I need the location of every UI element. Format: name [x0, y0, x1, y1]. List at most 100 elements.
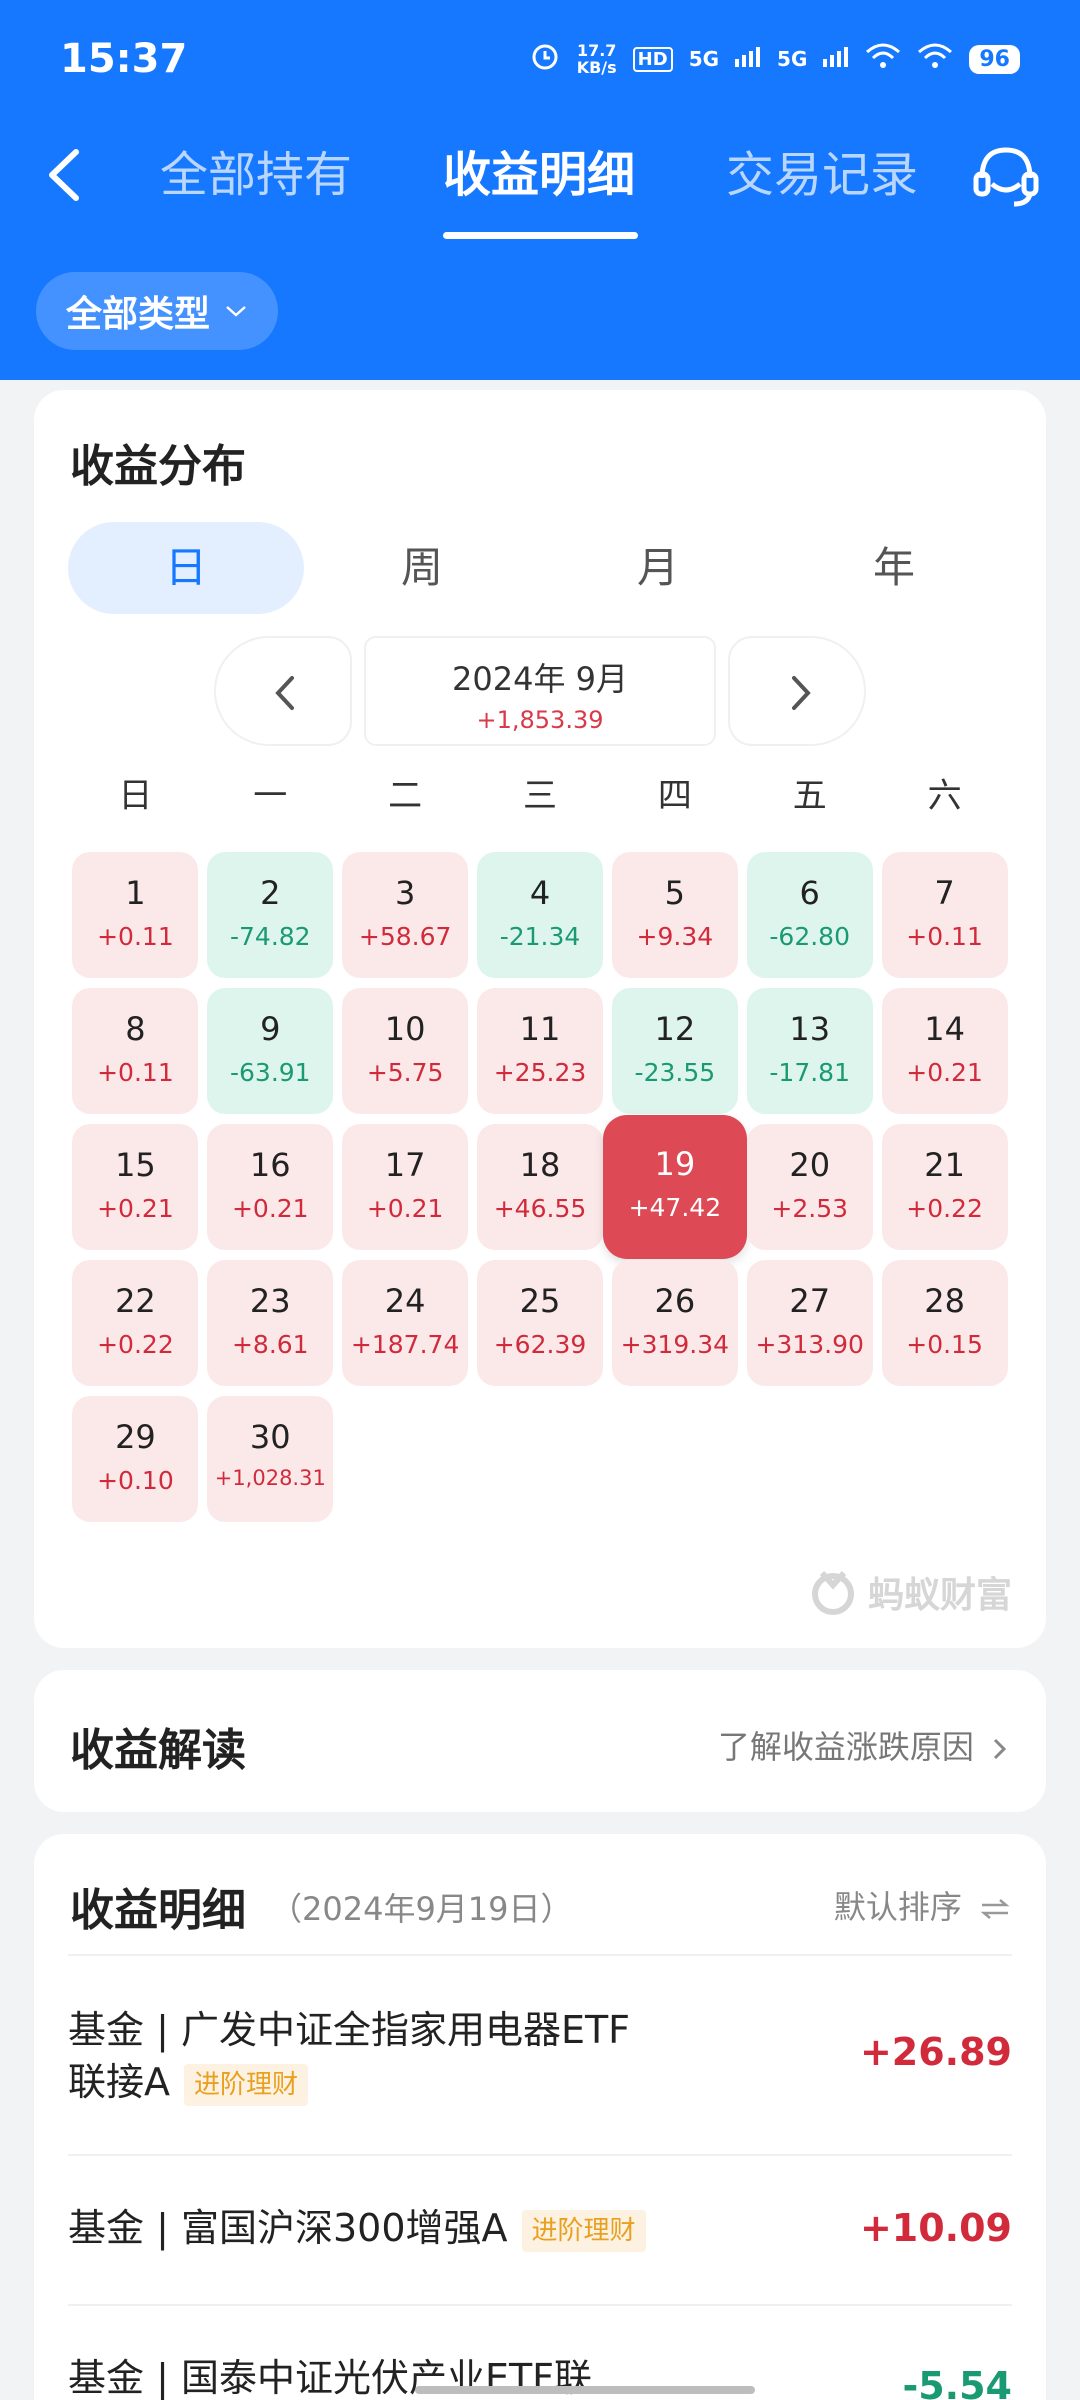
- segment-year[interactable]: 年: [776, 522, 1012, 614]
- fund-amount-2: +10.09: [859, 2206, 1012, 2250]
- chevron-down-icon: [224, 296, 248, 326]
- back-button[interactable]: [36, 140, 96, 210]
- calendar-day-number: 28: [924, 1282, 965, 1320]
- calendar-day-8[interactable]: 8 +0.11: [72, 988, 199, 1114]
- calendar-day-14[interactable]: 14 +0.21: [881, 988, 1008, 1114]
- calendar-day-7[interactable]: 7 +0.11: [881, 852, 1008, 978]
- calendar-day-22[interactable]: 22 +0.22: [72, 1260, 199, 1386]
- earnings-interpretation-card[interactable]: 收益解读 了解收益涨跌原因: [34, 1670, 1046, 1812]
- status-time: 15:37: [60, 36, 188, 82]
- calendar-day-3[interactable]: 3 +58.67: [342, 852, 469, 978]
- calendar-day-number: 15: [115, 1146, 156, 1184]
- interpretation-link[interactable]: 了解收益涨跌原因: [718, 1722, 1010, 1768]
- calendar-day-number: 10: [384, 1010, 426, 1048]
- interpretation-link-label: 了解收益涨跌原因: [717, 1728, 974, 1766]
- ant-fortune-logo-icon: [811, 1570, 854, 1615]
- header: 15:37 17.7 KB/s HD 5G 5G 96 全部持有 收益明细 交易…: [0, 0, 1080, 380]
- calendar-day-1[interactable]: 1 +0.11: [72, 852, 199, 978]
- calendar-day-13[interactable]: 13 -17.81: [746, 988, 873, 1114]
- period-segmented-control: 日 周 月 年: [68, 522, 1012, 614]
- chevron-left-icon: [275, 676, 294, 710]
- tab-earnings-detail[interactable]: 收益明细: [443, 140, 635, 210]
- tab-all-holdings[interactable]: 全部持有: [160, 140, 352, 210]
- net-speed: 17.7 KB/s: [577, 42, 617, 76]
- calendar-day-value: +8.61: [231, 1330, 309, 1359]
- hd-badge: HD: [632, 46, 673, 72]
- calendar-day-28[interactable]: 28 +0.15: [881, 1260, 1008, 1386]
- calendar-day-17[interactable]: 17 +0.21: [342, 1124, 469, 1250]
- calendar-day-number: 16: [249, 1146, 291, 1184]
- calendar-day-26[interactable]: 26 +319.34: [611, 1260, 738, 1386]
- calendar-day-4[interactable]: 4 -21.34: [477, 852, 603, 978]
- calendar-day-19[interactable]: 19 +47.42: [602, 1115, 747, 1259]
- chevron-right-small-icon: [993, 1738, 1007, 1760]
- next-month-button[interactable]: [728, 636, 866, 746]
- signal-1-label: 5G: [688, 47, 720, 71]
- calendar-day-2[interactable]: 2 -74.82: [207, 852, 334, 978]
- status-icons: 17.7 KB/s HD 5G 5G 96: [529, 40, 1020, 78]
- calendar-day-number: 14: [924, 1010, 965, 1048]
- calendar-day-21[interactable]: 21 +0.22: [881, 1124, 1008, 1250]
- calendar-day-number: 1: [125, 874, 146, 912]
- calendar-day-15[interactable]: 15 +0.21: [72, 1124, 199, 1250]
- fund-amount-3: -5.54: [902, 2364, 1012, 2400]
- fund-name-2: 基金 | 富国沪深300增强A 进阶理财: [68, 2202, 768, 2254]
- calendar-day-number: 17: [384, 1146, 426, 1184]
- segment-day[interactable]: 日: [68, 522, 304, 614]
- calendar-day-27[interactable]: 27 +313.90: [746, 1260, 873, 1386]
- top-nav: 全部持有 收益明细 交易记录: [0, 120, 1080, 250]
- calendar-day-5[interactable]: 5 +9.34: [611, 852, 738, 978]
- chevron-right-icon: [792, 676, 811, 710]
- detail-row-2[interactable]: 基金 | 富国沪深300增强A 进阶理财 +10.09: [68, 2154, 1012, 2304]
- detail-row-1[interactable]: 基金 | 广发中证全指家用电器ETF联接A 进阶理财 +26.89: [68, 1954, 1012, 2154]
- calendar-day-number: 25: [519, 1282, 561, 1320]
- calendar-day-number: 12: [654, 1010, 696, 1048]
- calendar-day-value: +0.22: [97, 1330, 174, 1359]
- calendar-day-value: +47.42: [628, 1193, 722, 1222]
- calendar-day-value: +0.21: [231, 1194, 309, 1223]
- fund-name-2-text: 基金 | 富国沪深300增强A: [68, 2206, 508, 2250]
- weekday-sat: 六: [927, 776, 962, 816]
- weekday-sun: 日: [118, 776, 153, 816]
- calendar-day-16[interactable]: 16 +0.21: [207, 1124, 334, 1250]
- net-speed-unit: KB/s: [576, 58, 617, 77]
- calendar-day-11[interactable]: 11 +25.23: [477, 988, 603, 1114]
- calendar-day-10[interactable]: 10 +5.75: [342, 988, 469, 1114]
- calendar-day-29[interactable]: 29 +0.10: [72, 1396, 199, 1522]
- sort-button[interactable]: 默认排序: [834, 1882, 1010, 1928]
- calendar-day-20[interactable]: 20 +2.53: [746, 1124, 873, 1250]
- calendar-day-18[interactable]: 18 +46.55: [477, 1124, 603, 1250]
- fund-name-1-text: 基金 | 广发中证全指家用电器ETF联接A: [68, 2008, 631, 2104]
- weekday-thu: 四: [657, 776, 692, 816]
- earnings-detail-card: 收益明细 （2024年9月19日） 默认排序 基金 | 广发中证全指家用电器ET…: [34, 1834, 1046, 2400]
- segment-month[interactable]: 月: [540, 522, 776, 614]
- calendar-day-12[interactable]: 12 -23.55: [611, 988, 738, 1114]
- fund-name-1: 基金 | 广发中证全指家用电器ETF联接A 进阶理财: [68, 2004, 648, 2108]
- type-filter-dropdown[interactable]: 全部类型: [36, 272, 279, 350]
- weekday-mon: 一: [253, 776, 288, 816]
- prev-month-button[interactable]: [214, 636, 352, 746]
- calendar-day-number: 13: [789, 1010, 831, 1048]
- home-indicator[interactable]: [415, 2386, 755, 2394]
- swap-arrows-icon: [980, 1899, 1010, 1919]
- weekday-header: 日 一 二 三 四 五 六: [68, 768, 1012, 818]
- watermark-text: 蚂蚁财富: [867, 1575, 1012, 1616]
- back-arrow-icon: [49, 149, 79, 201]
- calendar-day-value: +46.55: [493, 1194, 587, 1223]
- calendar-day-30[interactable]: 30 +1,028.31: [207, 1396, 334, 1522]
- calendar-day-24[interactable]: 24 +187.74: [342, 1260, 469, 1386]
- calendar-day-23[interactable]: 23 +8.61: [207, 1260, 334, 1386]
- calendar-day-value: -17.81: [769, 1058, 850, 1087]
- calendar-day-value: +187.74: [350, 1330, 460, 1359]
- calendar-day-value: +5.75: [366, 1058, 444, 1087]
- calendar-day-value: -23.55: [634, 1058, 716, 1087]
- calendar-day-6[interactable]: 6 -62.80: [746, 852, 873, 978]
- signal-2-label: 5G: [777, 47, 808, 71]
- calendar-day-9[interactable]: 9 -63.91: [207, 988, 334, 1114]
- segment-week[interactable]: 周: [304, 522, 540, 614]
- calendar-day-value: +58.67: [358, 922, 452, 951]
- customer-service-button[interactable]: [968, 138, 1044, 214]
- calendar-day-25[interactable]: 25 +62.39: [477, 1260, 603, 1386]
- tab-transaction-records[interactable]: 交易记录: [726, 140, 918, 210]
- calendar-day-value: +0.11: [97, 922, 174, 951]
